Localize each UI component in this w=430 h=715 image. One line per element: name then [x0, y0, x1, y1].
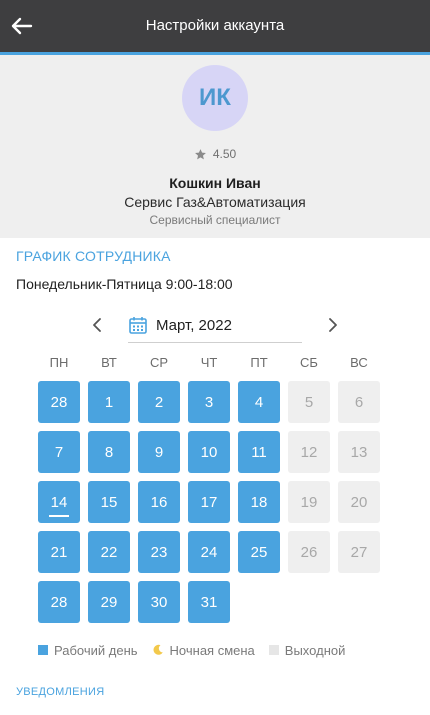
- day-off-swatch: [268, 645, 279, 655]
- legend-day-off: Выходной: [268, 642, 346, 658]
- calendar-legend: Рабочий день Ночная смена Выходной: [38, 641, 398, 659]
- weekday-header: ПН ВТ СР ЧТ ПТ СБ ВС: [38, 355, 382, 373]
- calendar-day-work[interactable]: 15: [88, 481, 130, 523]
- calendar-day-work[interactable]: 2: [138, 381, 180, 423]
- calendar-day-off[interactable]: 13: [338, 431, 380, 473]
- rating: 4.50: [0, 147, 430, 161]
- calendar-day-off[interactable]: 6: [338, 381, 380, 423]
- employee-role: Сервисный специалист: [149, 213, 281, 227]
- rating-value: 4.50: [212, 147, 237, 161]
- employee-name: Кошкин Иван: [169, 175, 261, 191]
- top-bar: Настройки аккаунта: [0, 0, 430, 55]
- legend-day-off-label: Выходной: [284, 642, 346, 658]
- work-hours: Понедельник-Пятница 9:00-18:00: [16, 276, 233, 292]
- legend-work-day-label: Рабочий день: [54, 642, 138, 658]
- calendar-day-work[interactable]: 1: [88, 381, 130, 423]
- moon-icon: [153, 644, 163, 655]
- calendar-day-work[interactable]: 18: [238, 481, 280, 523]
- chevron-left-icon: [93, 318, 101, 332]
- calendar-day-work[interactable]: 11: [238, 431, 280, 473]
- notifications-section-title: УВЕДОМЛЕНИЯ: [16, 686, 105, 698]
- calendar-day-work[interactable]: 30: [138, 581, 180, 623]
- star-icon: [194, 148, 206, 159]
- calendar-day-work[interactable]: 25: [238, 531, 280, 573]
- calendar-day-work[interactable]: 21: [38, 531, 80, 573]
- calendar-day-work[interactable]: 14: [38, 481, 80, 523]
- prev-month-button[interactable]: [86, 314, 108, 336]
- weekday-label: ЧТ: [200, 355, 218, 370]
- calendar-day-work[interactable]: 28: [38, 581, 80, 623]
- calendar-day-off[interactable]: 26: [288, 531, 330, 573]
- chevron-right-icon: [329, 318, 337, 332]
- weekday-label: ПТ: [250, 355, 268, 370]
- calendar-day-off[interactable]: 27: [338, 531, 380, 573]
- calendar-icon: [129, 317, 147, 334]
- weekday-label: ПН: [49, 355, 69, 370]
- calendar-day-work[interactable]: 22: [88, 531, 130, 573]
- month-navigator: Март, 2022: [0, 308, 430, 344]
- calendar-day-work[interactable]: 8: [88, 431, 130, 473]
- calendar-day-work[interactable]: 16: [138, 481, 180, 523]
- weekday-label: СР: [149, 355, 169, 370]
- weekday-label: СБ: [300, 355, 318, 370]
- calendar-day-off[interactable]: 20: [338, 481, 380, 523]
- calendar-day-off[interactable]: 5: [288, 381, 330, 423]
- calendar-day-work[interactable]: 29: [88, 581, 130, 623]
- calendar-day-work[interactable]: 24: [188, 531, 230, 573]
- page-title: Настройки аккаунта: [145, 17, 285, 34]
- month-label: Март, 2022: [156, 316, 232, 334]
- weekday-label: ВТ: [101, 355, 117, 370]
- calendar-day-work[interactable]: 4: [238, 381, 280, 423]
- calendar-day-work[interactable]: 9: [138, 431, 180, 473]
- calendar-day-work[interactable]: 7: [38, 431, 80, 473]
- calendar-day-work[interactable]: 17: [188, 481, 230, 523]
- company-name: Сервис Газ&Автоматизация: [124, 194, 306, 210]
- calendar-day-work[interactable]: 31: [188, 581, 230, 623]
- calendar-day-work[interactable]: 28: [38, 381, 80, 423]
- calendar-day-work[interactable]: 3: [188, 381, 230, 423]
- legend-night-shift-label: Ночная смена: [169, 642, 255, 658]
- calendar-grid: 28 1 2 3 4 5 6 7 8 9 10 11 12 13 14 15 16 17 18 19 20 21 22 23 2…: [38, 381, 382, 623]
- weekday-label: ВС: [350, 355, 368, 370]
- profile-card: ИК 4.50 Кошкин Иван Сервис Газ&Автоматиз…: [0, 55, 430, 238]
- legend-night-shift: Ночная смена: [152, 643, 255, 658]
- calendar-day-work[interactable]: 23: [138, 531, 180, 573]
- legend-work-day: Рабочий день: [38, 643, 138, 658]
- avatar: ИК: [182, 65, 248, 131]
- month-picker[interactable]: Март, 2022: [128, 308, 302, 343]
- calendar-day-off[interactable]: 12: [288, 431, 330, 473]
- next-month-button[interactable]: [322, 314, 344, 336]
- work-day-swatch: [38, 645, 48, 655]
- schedule-section-title: ГРАФИК СОТРУДНИКА: [16, 248, 171, 264]
- calendar-day-off[interactable]: 19: [288, 481, 330, 523]
- calendar-day-work[interactable]: 10: [188, 431, 230, 473]
